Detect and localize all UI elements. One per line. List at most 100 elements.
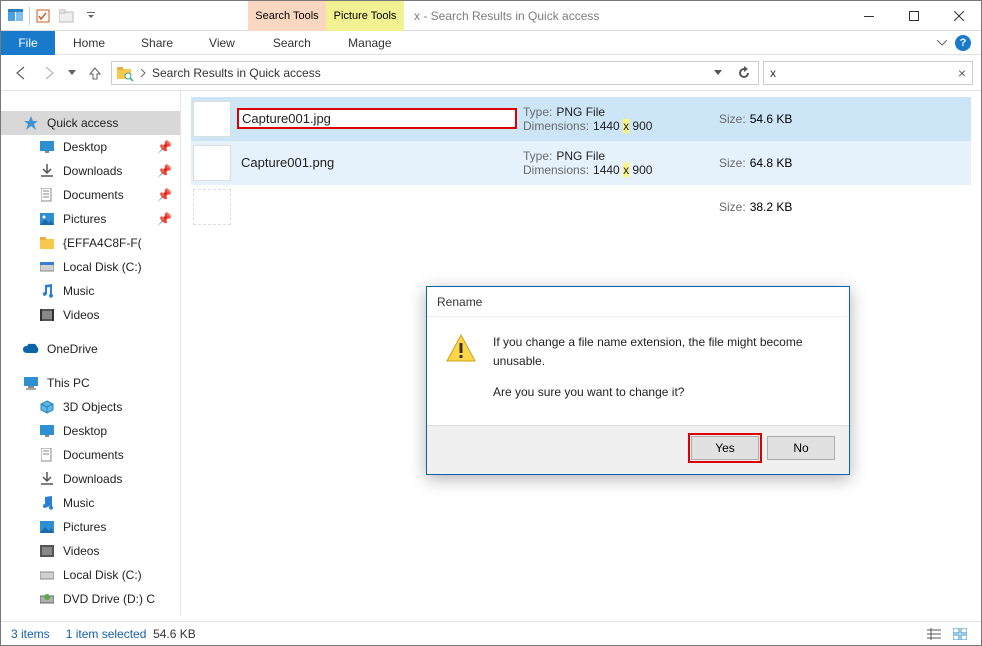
yes-button[interactable]: Yes <box>691 436 759 460</box>
quick-access-toolbar <box>1 5 106 27</box>
pin-icon: 📌 <box>157 140 172 154</box>
sidebar-item-label: This PC <box>47 376 90 390</box>
file-meta: Type:PNG File Dimensions:1440 x 900 <box>523 105 713 133</box>
sidebar-item-pictures-pc[interactable]: Pictures <box>1 515 180 539</box>
no-button[interactable]: No <box>767 436 835 460</box>
sidebar-item-documents[interactable]: Documents📌 <box>1 183 180 207</box>
warning-icon <box>445 333 477 365</box>
sidebar-item-local-disk-c[interactable]: Local Disk (C:) <box>1 255 180 279</box>
sidebar-item-label: Pictures <box>63 520 106 534</box>
sidebar-item-label: Videos <box>63 308 99 322</box>
sidebar-item-music-pc[interactable]: Music <box>1 491 180 515</box>
sidebar-item-label: Local Disk (C:) <box>63 260 142 274</box>
videos-icon <box>39 307 55 323</box>
sidebar-item-dvd-drive[interactable]: DVD Drive (D:) C <box>1 587 180 611</box>
sidebar-quick-access[interactable]: Quick access <box>1 111 180 135</box>
desktop-icon <box>39 139 55 155</box>
result-row[interactable]: Capture001.jpg Type:PNG File Dimensions:… <box>191 97 971 141</box>
pin-icon: 📌 <box>157 164 172 178</box>
pictures-icon <box>39 519 55 535</box>
refresh-icon[interactable] <box>734 66 754 80</box>
sidebar-item-desktop[interactable]: Desktop📌 <box>1 135 180 159</box>
thumbnails-view-button[interactable] <box>949 625 971 643</box>
this-pc-icon <box>23 375 39 391</box>
picture-tools-tab-header[interactable]: Picture Tools <box>326 1 404 31</box>
properties-icon[interactable] <box>32 5 54 27</box>
sidebar-item-pictures[interactable]: Pictures📌 <box>1 207 180 231</box>
view-tab[interactable]: View <box>191 31 253 55</box>
sidebar-this-pc[interactable]: This PC <box>1 371 180 395</box>
sidebar-item-3d-objects[interactable]: 3D Objects <box>1 395 180 419</box>
file-name: Capture001.png <box>237 155 517 170</box>
sidebar-item-videos-pc[interactable]: Videos <box>1 539 180 563</box>
downloads-icon <box>39 163 55 179</box>
sidebar-item-downloads[interactable]: Downloads📌 <box>1 159 180 183</box>
maximize-button[interactable] <box>891 1 936 31</box>
results-pane[interactable]: Capture001.jpg Type:PNG File Dimensions:… <box>181 91 981 615</box>
file-size: Size:38.2 KB <box>719 200 839 214</box>
home-tab[interactable]: Home <box>55 31 123 55</box>
sidebar-item-label: Videos <box>63 544 99 558</box>
share-tab[interactable]: Share <box>123 31 191 55</box>
sidebar-item-label: Quick access <box>47 116 118 130</box>
file-thumbnail-icon <box>193 189 231 225</box>
sidebar-item-label: Documents <box>63 448 124 462</box>
sidebar-item-label: Local Disk (C:) <box>63 568 142 582</box>
file-name-editor[interactable]: Capture001.jpg <box>237 108 517 129</box>
search-tools-tab-header[interactable]: Search Tools <box>248 1 326 31</box>
file-thumbnail-icon <box>193 101 231 137</box>
search-query: x <box>770 66 958 80</box>
sidebar-item-label: Pictures <box>63 212 106 226</box>
ribbon-expand-icon[interactable] <box>937 40 947 46</box>
minimize-button[interactable] <box>846 1 891 31</box>
close-button[interactable] <box>936 1 981 31</box>
sidebar-onedrive[interactable]: OneDrive <box>1 337 180 361</box>
search-box[interactable]: x × <box>763 61 973 85</box>
dialog-message: If you change a file name extension, the… <box>493 333 831 415</box>
result-row[interactable]: Capture001.png Type:PNG File Dimensions:… <box>191 141 971 185</box>
pin-icon: 📌 <box>157 188 172 202</box>
back-button[interactable] <box>9 61 33 85</box>
contextual-tab-headers: Search Tools Picture Tools <box>248 1 404 31</box>
file-tab[interactable]: File <box>1 31 55 55</box>
documents-icon <box>39 187 55 203</box>
sidebar-item-desktop-pc[interactable]: Desktop <box>1 419 180 443</box>
sidebar-item-label: Music <box>63 284 94 298</box>
documents-icon <box>39 447 55 463</box>
sidebar-item-guid-folder[interactable]: {EFFA4C8F-F( <box>1 231 180 255</box>
clear-search-icon[interactable]: × <box>958 65 966 81</box>
rename-dialog: Rename If you change a file name extensi… <box>426 286 850 475</box>
dvd-drive-icon <box>39 591 55 607</box>
forward-button[interactable] <box>37 61 61 85</box>
help-icon[interactable]: ? <box>955 35 971 51</box>
sidebar-item-downloads-pc[interactable]: Downloads <box>1 467 180 491</box>
navigation-pane[interactable]: Quick access Desktop📌 Downloads📌 Documen… <box>1 91 181 615</box>
new-folder-icon[interactable] <box>56 5 78 27</box>
window-controls <box>846 1 981 31</box>
videos-icon <box>39 543 55 559</box>
drive-icon <box>39 567 55 583</box>
window-title: x - Search Results in Quick access <box>404 9 846 23</box>
file-size: Size:54.6 KB <box>719 112 839 126</box>
details-view-button[interactable] <box>923 625 945 643</box>
recent-locations-icon[interactable] <box>65 61 79 85</box>
sidebar-item-documents-pc[interactable]: Documents <box>1 443 180 467</box>
dialog-title: Rename <box>427 287 849 317</box>
address-dropdown-icon[interactable] <box>708 70 728 76</box>
sidebar-item-videos[interactable]: Videos <box>1 303 180 327</box>
music-icon <box>39 283 55 299</box>
breadcrumb-text[interactable]: Search Results in Quick access <box>152 66 702 80</box>
result-row[interactable]: Size:38.2 KB <box>191 185 971 229</box>
sidebar-item-label: Music <box>63 496 94 510</box>
up-button[interactable] <box>83 61 107 85</box>
3d-objects-icon <box>39 399 55 415</box>
qat-dropdown-icon[interactable] <box>80 5 102 27</box>
explorer-app-icon <box>5 5 27 27</box>
manage-tab[interactable]: Manage <box>331 31 409 55</box>
search-tab[interactable]: Search <box>253 31 331 55</box>
sidebar-item-local-disk-c-pc[interactable]: Local Disk (C:) <box>1 563 180 587</box>
drive-icon <box>39 259 55 275</box>
sidebar-item-music[interactable]: Music <box>1 279 180 303</box>
sidebar-item-label: OneDrive <box>47 342 98 356</box>
address-bar[interactable]: Search Results in Quick access <box>111 61 759 85</box>
